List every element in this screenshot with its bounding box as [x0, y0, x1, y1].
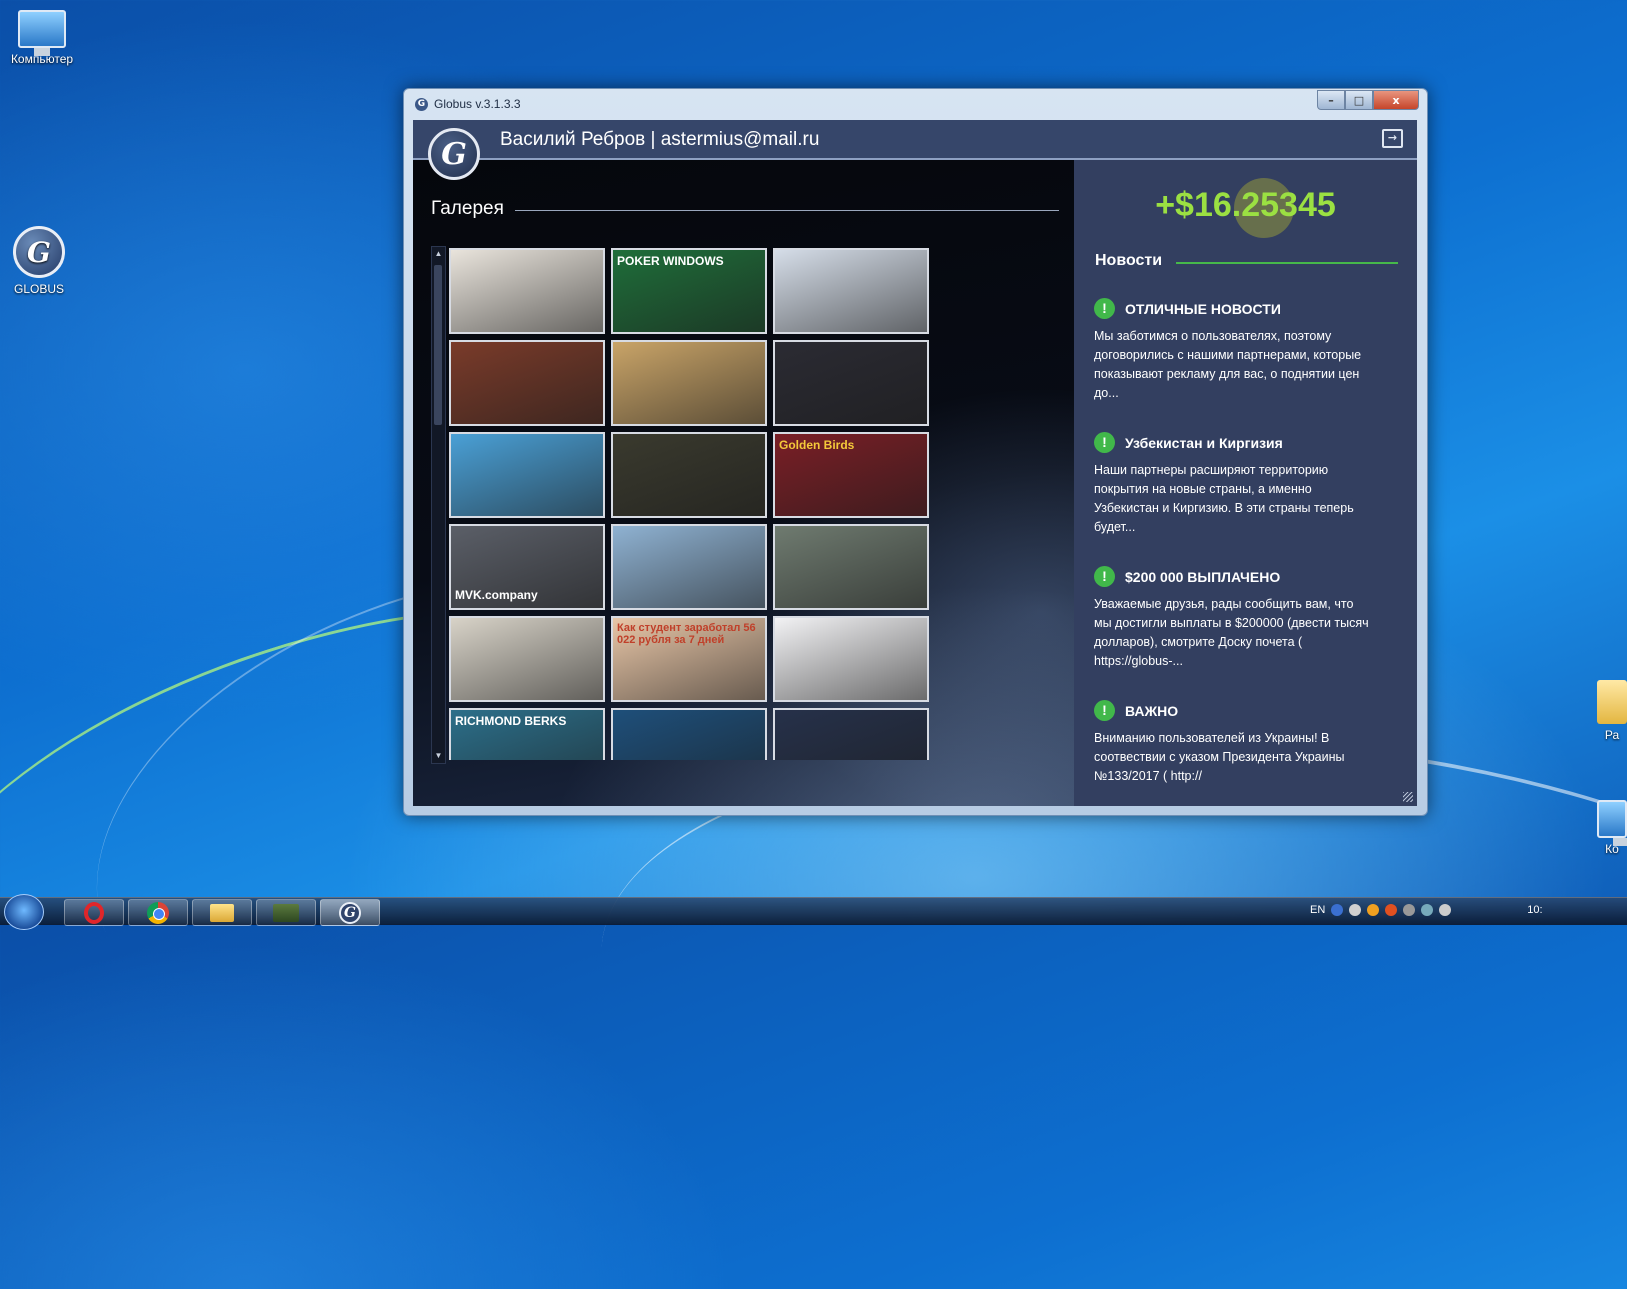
scroll-up-icon[interactable]: ▲ — [432, 247, 445, 261]
gallery-thumbnail[interactable] — [449, 432, 605, 518]
folder-icon — [1597, 680, 1627, 724]
user-label: Василий Ребров | astermius@mail.ru — [500, 129, 820, 150]
news-item[interactable]: ! ВАЖНО Вниманию пользователей из Украины… — [1094, 700, 1374, 786]
desktop-icon-label: Ра — [1604, 728, 1620, 742]
gallery-thumbnail[interactable] — [773, 524, 929, 610]
news-body: Уважаемые друзья, рады сообщить вам, что… — [1094, 597, 1369, 668]
gallery-thumbnail[interactable] — [773, 248, 929, 334]
alert-icon: ! — [1094, 566, 1115, 587]
gallery-thumbnail[interactable] — [773, 340, 929, 426]
close-button[interactable]: x — [1373, 90, 1419, 110]
network-icon[interactable] — [1421, 904, 1434, 916]
window-title: Globus v.3.1.3.3 — [434, 97, 521, 111]
tray-icon[interactable] — [1367, 904, 1380, 916]
desktop-icon-partial[interactable]: Ко — [1592, 800, 1627, 856]
news-panel: +$16.25345 Новости ! ОТЛИЧНЫЕ НОВОСТИ Мы … — [1074, 160, 1417, 806]
globus-window: G Globus v.3.1.3.3 – □ x Василий Ребров … — [403, 88, 1428, 816]
maximize-button[interactable]: □ — [1345, 90, 1373, 110]
news-headline: ВАЖНО — [1125, 702, 1179, 719]
thumbnail-caption: RICHMOND BERKS — [455, 714, 567, 728]
taskbar-globus[interactable]: G — [320, 899, 380, 926]
taskbar-opera[interactable] — [64, 899, 124, 926]
desktop-icon-globus[interactable]: G GLOBUS — [0, 226, 81, 296]
logout-icon[interactable]: → — [1382, 129, 1403, 148]
gallery-thumbnail[interactable]: POKER WINDOWS — [611, 248, 767, 334]
thumbnail-caption: POKER WINDOWS — [617, 254, 724, 268]
gallery-grid: POKER WINDOWS Golden Birds MVK.company Как … — [449, 248, 933, 760]
resize-grip-icon[interactable] — [1403, 792, 1413, 802]
computer-icon — [18, 10, 66, 56]
tray-icon[interactable] — [1403, 904, 1416, 916]
scroll-down-icon[interactable]: ▼ — [432, 749, 445, 763]
gallery-scrollbar[interactable]: ▲ ▼ — [431, 246, 446, 764]
news-headline: ОТЛИЧНЫЕ НОВОСТИ — [1125, 300, 1281, 317]
news-item[interactable]: ! Узбекистан и Киргизия Наши партнеры рас… — [1094, 432, 1374, 537]
opera-icon — [84, 901, 104, 924]
thumbnail-caption: Как студент заработал 56 022 рубля за 7 … — [617, 622, 756, 646]
gallery-thumbnail[interactable] — [611, 432, 767, 518]
news-item[interactable]: ! $200 000 ВЫПЛАЧЕНО Уважаемые друзья, ра… — [1094, 566, 1374, 671]
app-client-area: Василий Ребров | astermius@mail.ru → G Г… — [413, 120, 1417, 806]
gallery-thumbnail[interactable]: Golden Birds — [773, 432, 929, 518]
balance-amount: +$16.25345 — [1155, 186, 1336, 224]
system-tray: EN 10: — [1310, 904, 1549, 916]
news-body: Наши партнеры расширяют территорию покры… — [1094, 463, 1354, 534]
language-indicator[interactable]: EN — [1310, 904, 1325, 916]
desktop-icon-computer[interactable]: Компьютер — [0, 10, 84, 66]
taskbar: G EN 10: — [0, 894, 1627, 930]
globus-icon: G — [339, 901, 361, 924]
gallery-thumbnail[interactable] — [449, 340, 605, 426]
taskbar-chrome[interactable] — [128, 899, 188, 926]
gallery-thumbnail[interactable] — [611, 340, 767, 426]
tray-icon[interactable] — [1385, 904, 1398, 916]
app-logo: G — [428, 128, 480, 180]
computer-icon — [1597, 800, 1627, 846]
minimize-button[interactable]: – — [1317, 90, 1345, 110]
gallery-thumbnail[interactable] — [611, 708, 767, 760]
gallery-thumbnail[interactable]: RICHMOND BERKS — [449, 708, 605, 760]
globus-icon: G — [415, 98, 428, 111]
divider — [515, 210, 1059, 211]
gallery-title: Галерея — [431, 198, 504, 219]
gallery-thumbnail[interactable] — [773, 616, 929, 702]
clock[interactable]: 10: — [1527, 904, 1542, 916]
news-body: Мы заботимся о пользователях, поэтому до… — [1094, 329, 1362, 400]
news-headline: Узбекистан и Киргизия — [1125, 434, 1283, 451]
gallery-thumbnail[interactable] — [773, 708, 929, 760]
taskbar-app[interactable] — [256, 899, 316, 926]
chrome-icon — [147, 901, 169, 924]
tray-icon[interactable] — [1349, 904, 1362, 916]
news-headline: $200 000 ВЫПЛАЧЕНО — [1125, 568, 1281, 585]
desktop-icon-label: GLOBUS — [13, 282, 64, 296]
taskbar-explorer[interactable] — [192, 899, 252, 926]
gallery-panel: Галерея ▲ ▼ POKER WINDOWS Golden Birds MVK… — [413, 160, 1074, 806]
gallery-thumbnail[interactable]: MVK.company — [449, 524, 605, 610]
alert-icon: ! — [1094, 432, 1115, 453]
window-titlebar[interactable]: G Globus v.3.1.3.3 – □ x — [404, 89, 1427, 119]
volume-icon[interactable] — [1439, 904, 1452, 916]
scroll-thumb[interactable] — [434, 265, 442, 425]
gallery-thumbnail[interactable] — [449, 616, 605, 702]
start-button[interactable] — [4, 894, 44, 930]
folder-icon — [210, 903, 234, 922]
news-body: Вниманию пользователей из Украины! В соо… — [1094, 731, 1345, 783]
news-item[interactable]: ! ОТЛИЧНЫЕ НОВОСТИ Мы заботимся о пользов… — [1094, 298, 1374, 403]
gallery-thumbnail[interactable] — [449, 248, 605, 334]
thumbnail-caption: MVK.company — [455, 588, 538, 602]
app-icon — [273, 903, 299, 922]
divider — [1176, 262, 1398, 264]
alert-icon: ! — [1094, 298, 1115, 319]
app-header: Василий Ребров | astermius@mail.ru → — [413, 120, 1417, 160]
help-icon[interactable] — [1331, 904, 1344, 916]
alert-icon: ! — [1094, 700, 1115, 721]
desktop-icon-folder[interactable]: Ра — [1592, 680, 1627, 742]
globus-logo-icon: G — [13, 226, 65, 278]
gallery-thumbnail[interactable]: Как студент заработал 56 022 рубля за 7 … — [611, 616, 767, 702]
window-controls: – □ x — [1317, 90, 1419, 110]
gallery-thumbnail[interactable] — [611, 524, 767, 610]
news-title: Новости — [1095, 252, 1163, 269]
thumbnail-caption: Golden Birds — [779, 438, 855, 452]
